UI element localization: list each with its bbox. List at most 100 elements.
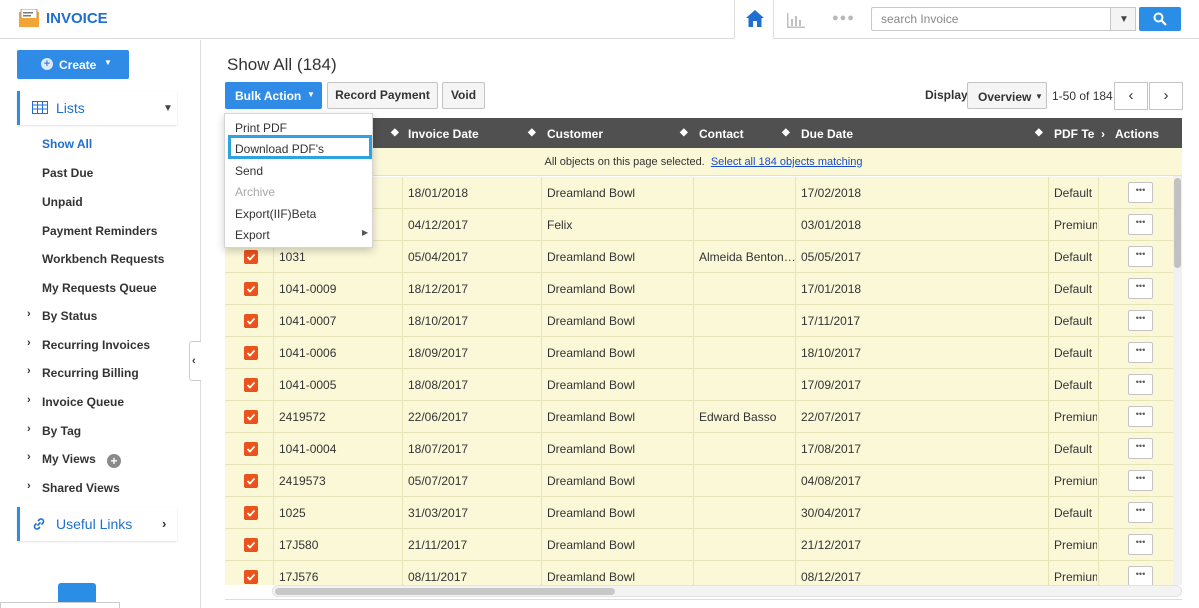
void-button[interactable]: Void <box>442 82 485 109</box>
bottom-panel-tab[interactable] <box>0 602 120 608</box>
row-checkbox[interactable] <box>244 378 258 392</box>
lists-section-header[interactable]: Lists ▼ <box>17 91 177 125</box>
checkmark-icon <box>246 381 256 389</box>
cell-pdf-template: Premium <box>1054 410 1097 424</box>
cell-due-date: 30/04/2017 <box>801 506 862 520</box>
row-actions-button[interactable]: ••• <box>1128 310 1153 331</box>
row-actions-button[interactable]: ••• <box>1128 182 1153 203</box>
sidebar-item-payment-reminders[interactable]: Payment Reminders <box>42 224 157 238</box>
menu-item-export-iif[interactable]: Export(IIF)Beta <box>235 207 316 221</box>
reports-chart-icon[interactable] <box>786 11 806 29</box>
bulk-action-button[interactable]: Bulk Action ▼ <box>225 82 322 109</box>
row-actions-button[interactable]: ••• <box>1128 374 1153 395</box>
search-filter-dropdown[interactable]: ▼ <box>1110 7 1136 31</box>
row-actions-button[interactable]: ••• <box>1128 214 1153 235</box>
checkmark-icon <box>246 317 256 325</box>
cell-pdf-template: Default <box>1054 186 1093 200</box>
sort-icon[interactable]: ◆ <box>680 127 688 138</box>
sidebar-group-by-tag[interactable]: By Tag <box>42 424 81 438</box>
sidebar-group-by-status[interactable]: By Status <box>42 309 97 323</box>
row-actions-button[interactable]: ••• <box>1128 406 1153 427</box>
sidebar-group-invoice-queue[interactable]: Invoice Queue <box>42 395 124 409</box>
scroll-thumb[interactable] <box>275 588 615 595</box>
menu-item-download-pdfs[interactable]: Download PDF's <box>235 142 324 156</box>
invoice-logo-icon <box>19 9 39 27</box>
table-row[interactable]: 1025 31/03/2017 Dreamland Bowl 30/04/2017 De… <box>225 497 1182 529</box>
menu-item-send[interactable]: Send <box>235 164 263 178</box>
col-pdf-template[interactable]: PDF Te <box>1054 127 1098 141</box>
row-actions-button[interactable]: ••• <box>1128 566 1153 585</box>
column-divider <box>693 273 694 305</box>
sidebar-item-my-requests-queue[interactable]: My Requests Queue <box>42 281 157 295</box>
table-row[interactable]: 1041-0005 18/08/2017 Dreamland Bowl 17/09/2… <box>225 369 1182 401</box>
sort-icon[interactable]: ◆ <box>528 127 536 138</box>
scroll-thumb[interactable] <box>1174 178 1181 268</box>
cell-customer: Dreamland Bowl <box>547 186 636 200</box>
search-input[interactable] <box>871 7 1111 31</box>
horizontal-scrollbar[interactable] <box>272 585 1182 597</box>
col-invoice-date[interactable]: Invoice Date <box>408 127 479 141</box>
table-row[interactable]: 1041-0007 18/10/2017 Dreamland Bowl 17/11/2… <box>225 305 1182 337</box>
table-row[interactable]: 17J580 21/11/2017 Dreamland Bowl 21/12/2017… <box>225 529 1182 561</box>
record-payment-button[interactable]: Record Payment <box>327 82 438 109</box>
sidebar-item-show-all[interactable]: Show All <box>42 137 92 151</box>
row-actions-button[interactable]: ••• <box>1128 534 1153 555</box>
row-checkbox[interactable] <box>244 410 258 424</box>
sidebar-item-past-due[interactable]: Past Due <box>42 166 93 180</box>
menu-item-print-pdf[interactable]: Print PDF <box>235 121 287 135</box>
row-actions-button[interactable]: ••• <box>1128 470 1153 491</box>
next-page-button[interactable]: › <box>1149 82 1183 110</box>
sidebar-item-unpaid[interactable]: Unpaid <box>42 195 83 209</box>
column-divider <box>1098 369 1099 401</box>
row-actions-button[interactable]: ••• <box>1128 278 1153 299</box>
column-divider <box>1048 433 1049 465</box>
row-checkbox[interactable] <box>244 538 258 552</box>
table-row[interactable]: 1041-0009 18/12/2017 Dreamland Bowl 17/01/2… <box>225 273 1182 305</box>
col-customer[interactable]: Customer <box>547 127 603 141</box>
sidebar-collapse-toggle[interactable]: ‹ <box>189 341 201 381</box>
sidebar-group-shared-views[interactable]: Shared Views <box>42 481 120 495</box>
cell-number: 1025 <box>279 506 306 520</box>
row-actions-button[interactable]: ••• <box>1128 438 1153 459</box>
sort-icon[interactable]: ◆ <box>391 127 399 138</box>
column-divider <box>1098 561 1099 585</box>
table-row[interactable]: 2419573 05/07/2017 Dreamland Bowl 04/08/201… <box>225 465 1182 497</box>
home-button[interactable] <box>734 0 774 39</box>
col-due-date[interactable]: Due Date <box>801 127 853 141</box>
row-checkbox[interactable] <box>244 250 258 264</box>
table-row[interactable]: 2419572 22/06/2017 Dreamland Bowl Edward Ba… <box>225 401 1182 433</box>
table-row[interactable]: 17J576 08/11/2017 Dreamland Bowl 08/12/2017… <box>225 561 1182 585</box>
useful-links-section[interactable]: Useful Links › <box>17 507 177 541</box>
more-apps-icon[interactable]: ●●● <box>832 12 855 24</box>
row-checkbox[interactable] <box>244 474 258 488</box>
col-contact[interactable]: Contact <box>699 127 744 141</box>
row-checkbox[interactable] <box>244 506 258 520</box>
row-checkbox[interactable] <box>244 314 258 328</box>
display-select[interactable]: Overview ▼ <box>967 82 1047 109</box>
sort-icon[interactable]: ◆ <box>1035 127 1043 138</box>
sidebar-group-recurring-billing[interactable]: Recurring Billing <box>42 366 139 380</box>
select-all-link[interactable]: Select all 184 objects matching <box>711 156 863 168</box>
search-button[interactable] <box>1139 7 1181 31</box>
add-view-icon[interactable]: + <box>107 454 121 468</box>
row-actions-button[interactable]: ••• <box>1128 342 1153 363</box>
table-row[interactable]: 1041-0004 18/07/2017 Dreamland Bowl 17/08/2… <box>225 433 1182 465</box>
cell-pdf-template: Premium <box>1054 538 1097 552</box>
create-button[interactable]: + Create ▼ <box>17 50 129 79</box>
sort-icon[interactable]: ◆ <box>782 127 790 138</box>
column-divider <box>693 337 694 369</box>
menu-item-export[interactable]: Export <box>235 228 270 242</box>
row-actions-button[interactable]: ••• <box>1128 502 1153 523</box>
row-actions-button[interactable]: ••• <box>1128 246 1153 267</box>
row-checkbox[interactable] <box>244 442 258 456</box>
chevron-right-icon: › <box>27 365 31 377</box>
table-row[interactable]: 1041-0006 18/09/2017 Dreamland Bowl 18/10/2… <box>225 337 1182 369</box>
row-checkbox[interactable] <box>244 346 258 360</box>
sidebar-group-my-views[interactable]: My Views <box>42 452 96 466</box>
row-checkbox[interactable] <box>244 282 258 296</box>
sidebar-item-workbench-requests[interactable]: Workbench Requests <box>42 252 164 266</box>
row-checkbox[interactable] <box>244 570 258 584</box>
sidebar-group-recurring-invoices[interactable]: Recurring Invoices <box>42 338 150 352</box>
prev-page-button[interactable]: ‹ <box>1114 82 1148 110</box>
vertical-scrollbar[interactable] <box>1173 176 1182 585</box>
